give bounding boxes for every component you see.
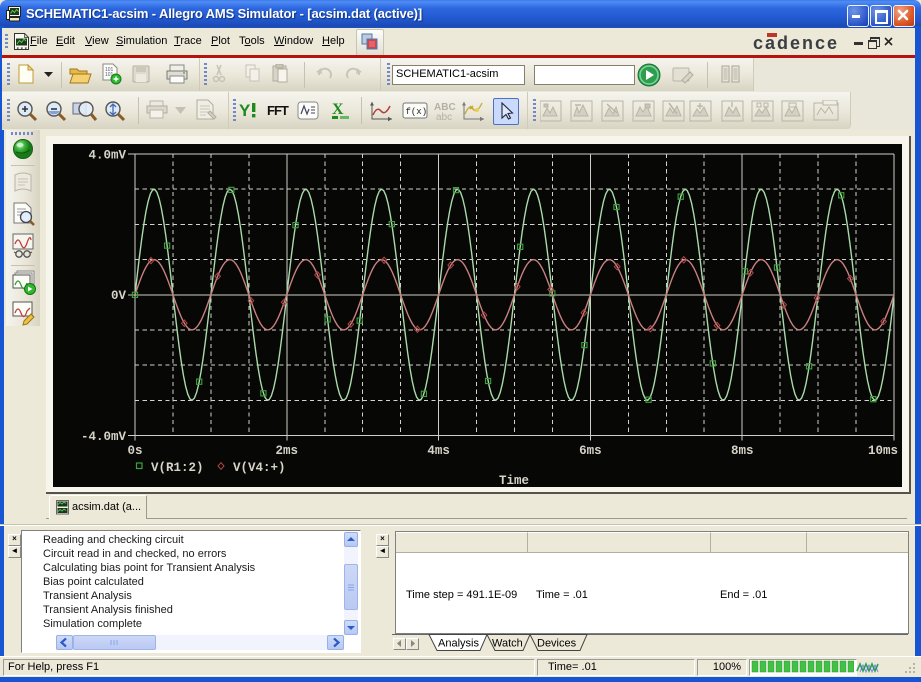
svg-text:X: X [332, 101, 344, 118]
svg-text:4ms: 4ms [427, 444, 450, 458]
svg-text:V(V4:+): V(V4:+) [233, 461, 286, 475]
svg-text:8ms: 8ms [731, 444, 754, 458]
svg-text:Time: Time [499, 474, 529, 487]
svg-text:0V: 0V [111, 289, 127, 303]
svg-text:Watch: Watch [492, 638, 523, 650]
svg-text:Y: Y [239, 101, 251, 120]
svg-text:FFT: FFT [267, 103, 289, 118]
svg-text:Devices: Devices [537, 638, 577, 650]
svg-text:10ms: 10ms [868, 444, 898, 458]
svg-text:4.0mV: 4.0mV [88, 149, 126, 163]
svg-text:V(R1:2): V(R1:2) [151, 461, 204, 475]
svg-text:2ms: 2ms [276, 444, 299, 458]
svg-text:-4.0mV: -4.0mV [81, 430, 127, 444]
svg-text:f(x): f(x) [406, 107, 428, 117]
svg-text:abc: abc [436, 112, 452, 122]
svg-text:6ms: 6ms [579, 444, 602, 458]
svg-text:Analysis: Analysis [438, 638, 479, 650]
svg-text:0s: 0s [127, 444, 142, 458]
